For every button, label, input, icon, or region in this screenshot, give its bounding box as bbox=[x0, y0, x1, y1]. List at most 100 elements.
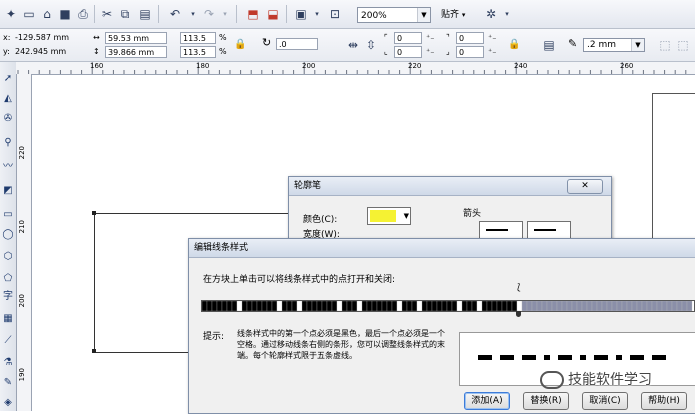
undo-icon[interactable]: ↶ bbox=[166, 5, 184, 23]
pattern-dot bbox=[536, 301, 543, 311]
ellipse-tool-icon[interactable]: ◯ bbox=[1, 228, 15, 242]
zoom-tool-icon[interactable]: ⚲ bbox=[1, 136, 15, 150]
outline-pen-icon: ✎ bbox=[568, 37, 578, 50]
print-icon[interactable]: ⎙ bbox=[74, 5, 92, 23]
launcher-dropdown-icon[interactable]: ▾ bbox=[308, 5, 326, 23]
ruler-tick-label: 260 bbox=[620, 62, 634, 70]
corner-top-right-field[interactable]: 0 bbox=[456, 32, 484, 44]
scale-y-field[interactable]: 113.5 bbox=[180, 46, 216, 58]
help-button[interactable]: 帮助(H) bbox=[641, 392, 687, 410]
end-arrow-select[interactable] bbox=[527, 221, 571, 239]
pattern-dot bbox=[206, 301, 213, 311]
welcome-screen-icon[interactable]: ⊡ bbox=[326, 5, 344, 23]
stepper-icon[interactable]: ⁺₋ bbox=[488, 46, 496, 58]
paste-icon[interactable]: ▤ bbox=[136, 5, 154, 23]
selection-handle[interactable] bbox=[92, 349, 96, 353]
width-field[interactable]: 59.53 mm bbox=[105, 32, 167, 44]
open-folder-icon[interactable]: ⌂ bbox=[38, 5, 56, 23]
pattern-dot bbox=[431, 301, 438, 311]
pattern-dot bbox=[221, 301, 228, 311]
pattern-dot bbox=[491, 301, 498, 311]
arrow-line-preview bbox=[486, 229, 508, 231]
wrap-text-icon[interactable]: ▤ bbox=[540, 36, 558, 54]
pattern-dot bbox=[241, 301, 248, 311]
mirror-vertical-icon[interactable]: ⇳ bbox=[362, 36, 380, 54]
corner-top-left-field[interactable]: 0 bbox=[394, 32, 422, 44]
stepper-icon[interactable]: ⁺₋ bbox=[426, 46, 434, 58]
export-icon[interactable]: ⬓ bbox=[264, 5, 282, 23]
pick-tool-icon[interactable]: ➚ bbox=[1, 72, 15, 86]
outline-pen-title: 轮廓笔 bbox=[294, 181, 322, 191]
save-icon[interactable]: ■ bbox=[56, 5, 74, 23]
smart-fill-icon[interactable]: ◩ bbox=[1, 184, 15, 198]
close-icon[interactable]: ✕ bbox=[567, 179, 603, 194]
outline-width-select[interactable]: .2 mm ▼ bbox=[583, 38, 645, 52]
y-position-field[interactable]: 242.945 mm bbox=[13, 46, 83, 58]
x-position-field[interactable]: -129.587 mm bbox=[13, 32, 83, 44]
toolbar-separator bbox=[94, 5, 95, 23]
basic-shapes-icon[interactable]: ⬠ bbox=[1, 272, 15, 286]
scale-x-field[interactable]: 113.5 bbox=[180, 32, 216, 44]
pattern-dot bbox=[281, 301, 288, 311]
eyedropper-tool-icon[interactable]: ⚗ bbox=[1, 356, 15, 370]
height-value: 39.866 mm bbox=[108, 48, 155, 57]
polygon-tool-icon[interactable]: ⬡ bbox=[1, 250, 15, 264]
pattern-dot bbox=[636, 301, 643, 311]
snap-to-menu[interactable]: 贴齐 ▾ bbox=[441, 8, 465, 22]
freehand-tool-icon[interactable]: 〰 bbox=[1, 160, 15, 174]
lock-corners-icon[interactable]: 🔒 bbox=[508, 39, 520, 51]
pattern-dot bbox=[296, 301, 303, 311]
pattern-dot bbox=[202, 301, 208, 311]
cancel-button[interactable]: 取消(C) bbox=[582, 392, 628, 410]
edit-line-style-title: 编辑线条样式 bbox=[194, 243, 249, 253]
dimension-tool-icon[interactable]: ⟋ bbox=[1, 334, 15, 348]
height-field[interactable]: 39.866 mm bbox=[105, 46, 167, 58]
corner-icon: ⌜ bbox=[384, 33, 388, 42]
pattern-dot bbox=[401, 301, 408, 311]
end-slider-handle[interactable] bbox=[516, 311, 521, 317]
y-position-value: 242.945 mm bbox=[15, 47, 67, 56]
toolbar-separator bbox=[286, 5, 287, 23]
corner-bottom-left-field[interactable]: 0 bbox=[394, 46, 422, 58]
add-button[interactable]: 添加(A) bbox=[464, 392, 510, 410]
table-tool-icon[interactable]: ▦ bbox=[1, 312, 15, 326]
pattern-dot bbox=[326, 301, 333, 311]
zoom-level-select[interactable]: 200% ▼ bbox=[357, 7, 431, 23]
to-front-icon[interactable]: ⬚ bbox=[656, 36, 674, 54]
outline-tool-icon[interactable]: ✎ bbox=[1, 376, 15, 390]
to-back-icon[interactable]: ⬚ bbox=[674, 36, 692, 54]
corner-bottom-right-field[interactable]: 0 bbox=[456, 46, 484, 58]
rectangle-tool-icon[interactable]: ▭ bbox=[1, 208, 15, 222]
start-arrow-select[interactable] bbox=[479, 221, 523, 239]
pattern-dot bbox=[611, 301, 618, 311]
lock-ratio-icon[interactable]: 🔒 bbox=[234, 39, 246, 51]
pattern-dot bbox=[436, 301, 443, 311]
dash-segment bbox=[616, 355, 622, 360]
pattern-dot bbox=[336, 301, 343, 311]
stepper-icon[interactable]: ⁺₋ bbox=[488, 32, 496, 44]
fill-tool-icon[interactable]: ◈ bbox=[1, 396, 15, 410]
pattern-dot bbox=[361, 301, 368, 311]
import-icon[interactable]: ⬒ bbox=[244, 5, 262, 23]
cut-icon[interactable]: ✂ bbox=[98, 5, 116, 23]
text-tool-icon[interactable]: 字 bbox=[1, 290, 15, 304]
mirror-horizontal-icon[interactable]: ⇹ bbox=[344, 36, 362, 54]
new-file-icon[interactable]: ▭ bbox=[20, 5, 38, 23]
stepper-icon[interactable]: ⁺₋ bbox=[426, 32, 434, 44]
rotation-field[interactable]: .0 bbox=[276, 38, 318, 50]
options-dropdown-icon[interactable]: ▾ bbox=[498, 5, 516, 23]
pattern-dot bbox=[506, 301, 513, 311]
pattern-dot bbox=[351, 301, 358, 311]
new-document-icon[interactable]: ✦ bbox=[2, 5, 20, 23]
copy-icon[interactable]: ⧉ bbox=[116, 5, 134, 23]
property-bar: x: -129.587 mm y: 242.945 mm ↔ 59.53 mm … bbox=[0, 29, 695, 62]
pattern-dot bbox=[576, 301, 583, 311]
selection-handle[interactable] bbox=[92, 211, 96, 215]
crop-tool-icon[interactable]: ✇ bbox=[1, 112, 15, 126]
dot-pattern-editor[interactable] bbox=[201, 300, 695, 312]
shape-tool-icon[interactable]: ◭ bbox=[1, 92, 15, 106]
replace-button[interactable]: 替换(R) bbox=[523, 392, 569, 410]
outline-color-picker[interactable]: ▼ bbox=[367, 207, 411, 225]
pattern-dot bbox=[216, 301, 223, 311]
redo-dropdown-icon[interactable]: ▾ bbox=[216, 5, 234, 23]
